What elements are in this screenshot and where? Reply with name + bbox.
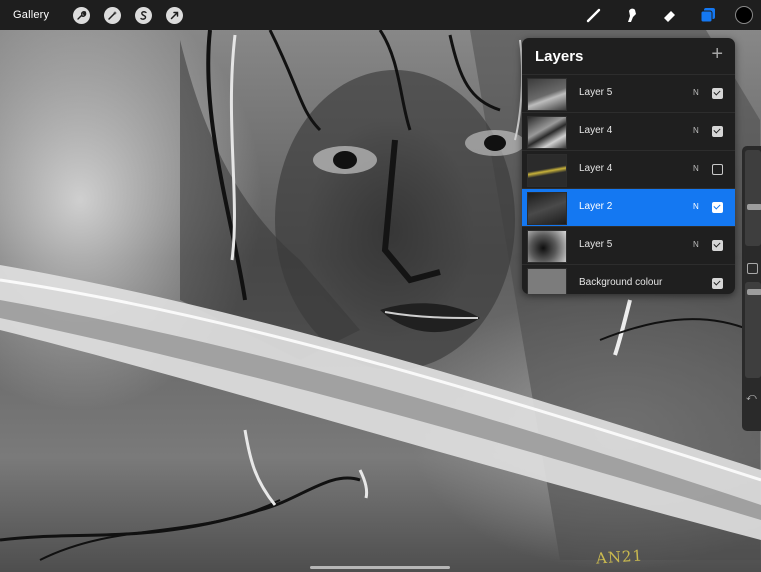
layer-visibility-checkbox[interactable] bbox=[712, 240, 723, 251]
layers-panel-title: Layers bbox=[535, 48, 584, 65]
home-indicator[interactable] bbox=[310, 566, 450, 569]
layers-panel: Layers + Layer 5 N Layer 4 N Layer 4 N L… bbox=[522, 38, 735, 294]
top-toolbar: Gallery bbox=[0, 0, 761, 30]
layer-thumbnail bbox=[527, 154, 567, 187]
layer-blend-mode[interactable]: N bbox=[693, 240, 699, 249]
layer-row[interactable]: Layer 5 N bbox=[522, 74, 735, 113]
layer-name: Layer 5 bbox=[579, 87, 613, 98]
layer-thumbnail bbox=[527, 78, 567, 111]
layer-row[interactable]: Layer 5 N bbox=[522, 226, 735, 265]
layer-visibility-checkbox[interactable] bbox=[712, 164, 723, 175]
color-picker-button[interactable] bbox=[735, 6, 753, 24]
layer-name: Layer 5 bbox=[579, 239, 613, 250]
layer-visibility-checkbox[interactable] bbox=[712, 278, 723, 289]
layer-thumbnail bbox=[527, 230, 567, 263]
brush-sidebar: ⤺ bbox=[742, 146, 761, 431]
artist-signature: AN21 bbox=[595, 546, 644, 568]
layer-name: Layer 4 bbox=[579, 125, 613, 136]
smudge-icon[interactable] bbox=[621, 4, 643, 26]
layers-panel-header: Layers + bbox=[522, 38, 735, 74]
layer-row-background[interactable]: Background colour bbox=[522, 264, 735, 294]
layer-visibility-checkbox[interactable] bbox=[712, 202, 723, 213]
brush-opacity-slider[interactable] bbox=[745, 282, 761, 378]
layer-name: Background colour bbox=[579, 277, 663, 288]
brush-size-knob[interactable] bbox=[747, 204, 761, 210]
layer-thumbnail bbox=[527, 268, 567, 294]
wrench-icon[interactable] bbox=[73, 6, 91, 24]
gallery-button[interactable]: Gallery bbox=[13, 9, 49, 21]
layer-visibility-checkbox[interactable] bbox=[712, 126, 723, 137]
undo-icon[interactable]: ⤺ bbox=[746, 392, 757, 403]
layer-row-selected[interactable]: Layer 2 N bbox=[522, 188, 735, 227]
layers-icon[interactable] bbox=[697, 4, 719, 26]
add-layer-button[interactable]: + bbox=[711, 43, 723, 66]
brush-opacity-knob[interactable] bbox=[747, 289, 761, 295]
layer-blend-mode[interactable]: N bbox=[693, 88, 699, 97]
layer-thumbnail bbox=[527, 116, 567, 149]
layer-name: Layer 4 bbox=[579, 163, 613, 174]
layer-blend-mode[interactable]: N bbox=[693, 202, 699, 211]
eyedropper-square-button[interactable] bbox=[747, 263, 758, 274]
selection-s-icon[interactable] bbox=[135, 6, 153, 24]
layer-name: Layer 2 bbox=[579, 201, 613, 212]
brush-size-slider[interactable] bbox=[745, 150, 761, 246]
brush-icon[interactable] bbox=[583, 4, 605, 26]
layer-thumbnail bbox=[527, 192, 567, 225]
layer-row[interactable]: Layer 4 N bbox=[522, 150, 735, 189]
layer-blend-mode[interactable]: N bbox=[693, 164, 699, 173]
layer-blend-mode[interactable]: N bbox=[693, 126, 699, 135]
transform-arrow-icon[interactable] bbox=[166, 6, 184, 24]
magic-wand-icon[interactable] bbox=[104, 6, 122, 24]
layer-visibility-checkbox[interactable] bbox=[712, 88, 723, 99]
layer-row[interactable]: Layer 4 N bbox=[522, 112, 735, 151]
eraser-icon[interactable] bbox=[659, 4, 681, 26]
